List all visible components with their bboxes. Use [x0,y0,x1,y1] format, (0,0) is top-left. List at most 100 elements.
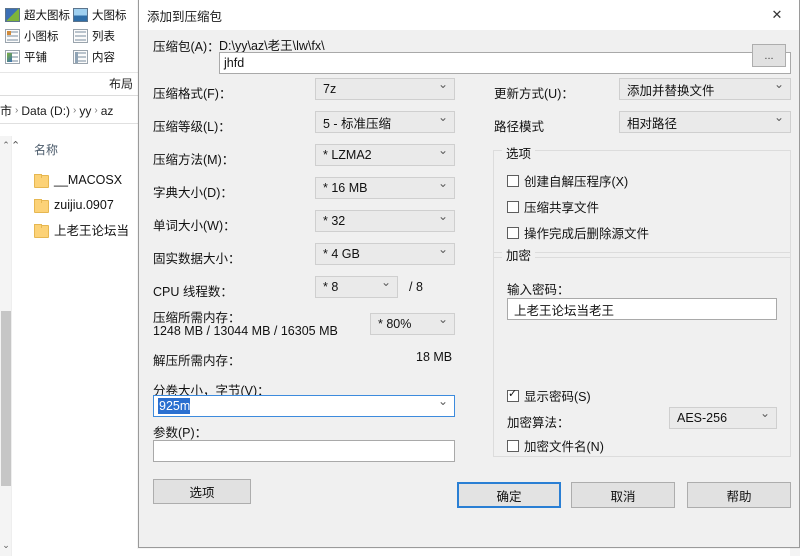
update-mode-combo[interactable]: 添加并替换文件 [619,78,791,100]
memory-decompress-label: 解压所需内存： [153,354,241,368]
archive-name-value: jhfd [224,56,245,70]
compression-level-combo[interactable]: 5 - 标准压缩 [315,111,455,133]
list-item[interactable]: 上老王论坛当 [34,217,140,242]
checkbox-box [507,174,519,187]
close-icon[interactable]: ✕ [755,0,799,29]
small-icons-icon [5,28,20,43]
ribbon-item-label: 超大图标 [24,9,70,22]
password-input[interactable]: 上老王论坛当老王 [507,298,777,320]
chevron-up-icon: ⌃ [11,140,21,152]
ribbon-item-large-icons[interactable]: 大图标 [70,4,138,25]
path-mode-combo[interactable]: 相对路径 [619,111,791,133]
password-label: 输入密码： [507,283,570,297]
file-name: __MACOSX [54,172,123,187]
update-mode-value: 添加并替换文件 [627,83,715,98]
screen: 超大图标 大图标 小图标 列表 平铺 内容 布局 市 › Data (D:) ›… [0,0,800,556]
encryption-algorithm-label: 加密算法： [507,416,570,430]
dictionary-size-value: * 16 MB [323,181,368,195]
cpu-threads-total: / 8 [409,280,423,294]
breadcrumb-item-2[interactable]: yy [79,104,91,118]
file-list: __MACOSX zuijiu.0907 上老王论坛当 [34,167,140,242]
breadcrumb-separator-icon: › [94,105,98,116]
archive-name-input[interactable]: jhfd [219,52,791,74]
compression-method-combo[interactable]: * LZMA2 [315,144,455,166]
cpu-threads-label: CPU 线程数： [153,285,233,299]
memory-decompress-value: 18 MB [416,350,453,364]
create-sfx-checkbox[interactable]: 创建自解压程序(X) [507,171,628,190]
encryption-algorithm-value: AES-256 [677,411,728,425]
memory-percent-value: * 80% [378,317,412,331]
ribbon-item-content[interactable]: 内容 [70,46,138,67]
scrollbar-thumb[interactable] [1,311,11,486]
parameters-input[interactable] [153,440,455,462]
scroll-down-arrow-icon[interactable]: ⌄ [0,538,12,552]
volume-size-input[interactable]: 925m [153,395,455,417]
checkbox-box [507,387,519,402]
checkbox-label: 操作完成后删除源文件 [524,227,650,241]
add-to-archive-dialog: 添加到压缩包 ✕ 压缩包(A)： D:\yy\az\老王\lw\fx\ jhfd… [138,0,800,548]
folder-icon [34,198,49,213]
compression-method-label: 压缩方法(M)： [153,153,235,167]
dictionary-size-combo[interactable]: * 16 MB [315,177,455,199]
ok-button-label: 确定 [496,489,522,504]
ribbon-item-list[interactable]: 列表 [70,25,138,46]
update-mode-label: 更新方式(U)： [494,87,574,101]
list-item[interactable]: __MACOSX [34,167,140,192]
extra-large-icons-icon [5,7,20,22]
ok-button[interactable]: 确定 [457,482,561,508]
options-group-title: 选项 [502,143,536,162]
cancel-button[interactable]: 取消 [571,482,675,508]
browse-button-label: ... [764,49,774,62]
ribbon-item-tiles[interactable]: 平铺 [2,46,70,67]
dialog-title-bar[interactable]: 添加到压缩包 ✕ [139,0,799,30]
checkbox-label: 加密文件名(N) [524,440,604,454]
delete-after-compress-checkbox[interactable]: 操作完成后删除源文件 [507,223,649,242]
compress-shared-files-checkbox[interactable]: 压缩共享文件 [507,197,599,216]
encryption-group-title: 加密 [502,245,536,264]
file-list-pane: ⌃ 名称 __MACOSX zuijiu.0907 上老王论坛当 [0,125,140,556]
ribbon-item-label: 平铺 [24,51,47,64]
browse-button[interactable]: ... [752,44,786,67]
memory-percent-combo[interactable]: * 80% [370,313,455,335]
volume-size-value: 925m [158,398,191,414]
list-item[interactable]: zuijiu.0907 [34,192,140,217]
ribbon-item-label: 内容 [92,51,115,64]
options-button[interactable]: 选项 [153,479,251,504]
checkbox-label: 显示密码(S) [524,390,591,404]
cancel-button-label: 取消 [610,489,636,504]
explorer-vertical-scrollbar[interactable]: ⌃ ⌄ [0,136,12,556]
ribbon-item-label: 列表 [92,30,115,43]
breadcrumb[interactable]: 市 › Data (D:) › yy › az [0,98,140,124]
ribbon-item-extra-large-icons[interactable]: 超大图标 [2,4,70,25]
word-size-combo[interactable]: * 32 [315,210,455,232]
ribbon-view-options: 超大图标 大图标 小图标 列表 平铺 内容 [2,4,138,68]
archive-format-label: 压缩格式(F)： [153,87,232,101]
compression-method-value: * LZMA2 [323,148,372,162]
solid-block-size-value: * 4 GB [323,247,360,261]
file-name: 上老王论坛当 [54,224,130,238]
ribbon-divider [0,72,140,73]
password-value: 上老王论坛当老王 [514,303,615,318]
cpu-threads-value: * 8 [323,280,339,294]
checkbox-box [507,200,519,213]
ribbon-item-label: 大图标 [92,9,127,22]
large-icons-icon [73,7,88,22]
list-view-icon [73,28,88,43]
help-button[interactable]: 帮助 [687,482,791,508]
encryption-algorithm-combo[interactable]: AES-256 [669,407,777,429]
breadcrumb-item-3[interactable]: az [101,104,114,118]
options-button-label: 选项 [189,486,215,500]
folder-icon [34,173,49,188]
word-size-value: * 32 [323,214,346,228]
archive-label: 压缩包(A)： [153,40,220,54]
archive-format-combo[interactable]: 7z [315,78,455,100]
cpu-threads-combo[interactable]: * 8 [315,276,398,298]
solid-block-size-combo[interactable]: * 4 GB [315,243,455,265]
breadcrumb-item-0[interactable]: 市 [0,102,12,119]
breadcrumb-item-1[interactable]: Data (D:) [21,104,70,118]
scroll-up-arrow-icon[interactable]: ⌃ [0,138,12,152]
encrypt-file-names-checkbox[interactable]: 加密文件名(N) [507,436,604,455]
show-password-checkbox[interactable]: 显示密码(S) [507,386,591,405]
column-header-name[interactable]: 名称 [34,141,58,158]
ribbon-item-small-icons[interactable]: 小图标 [2,25,70,46]
